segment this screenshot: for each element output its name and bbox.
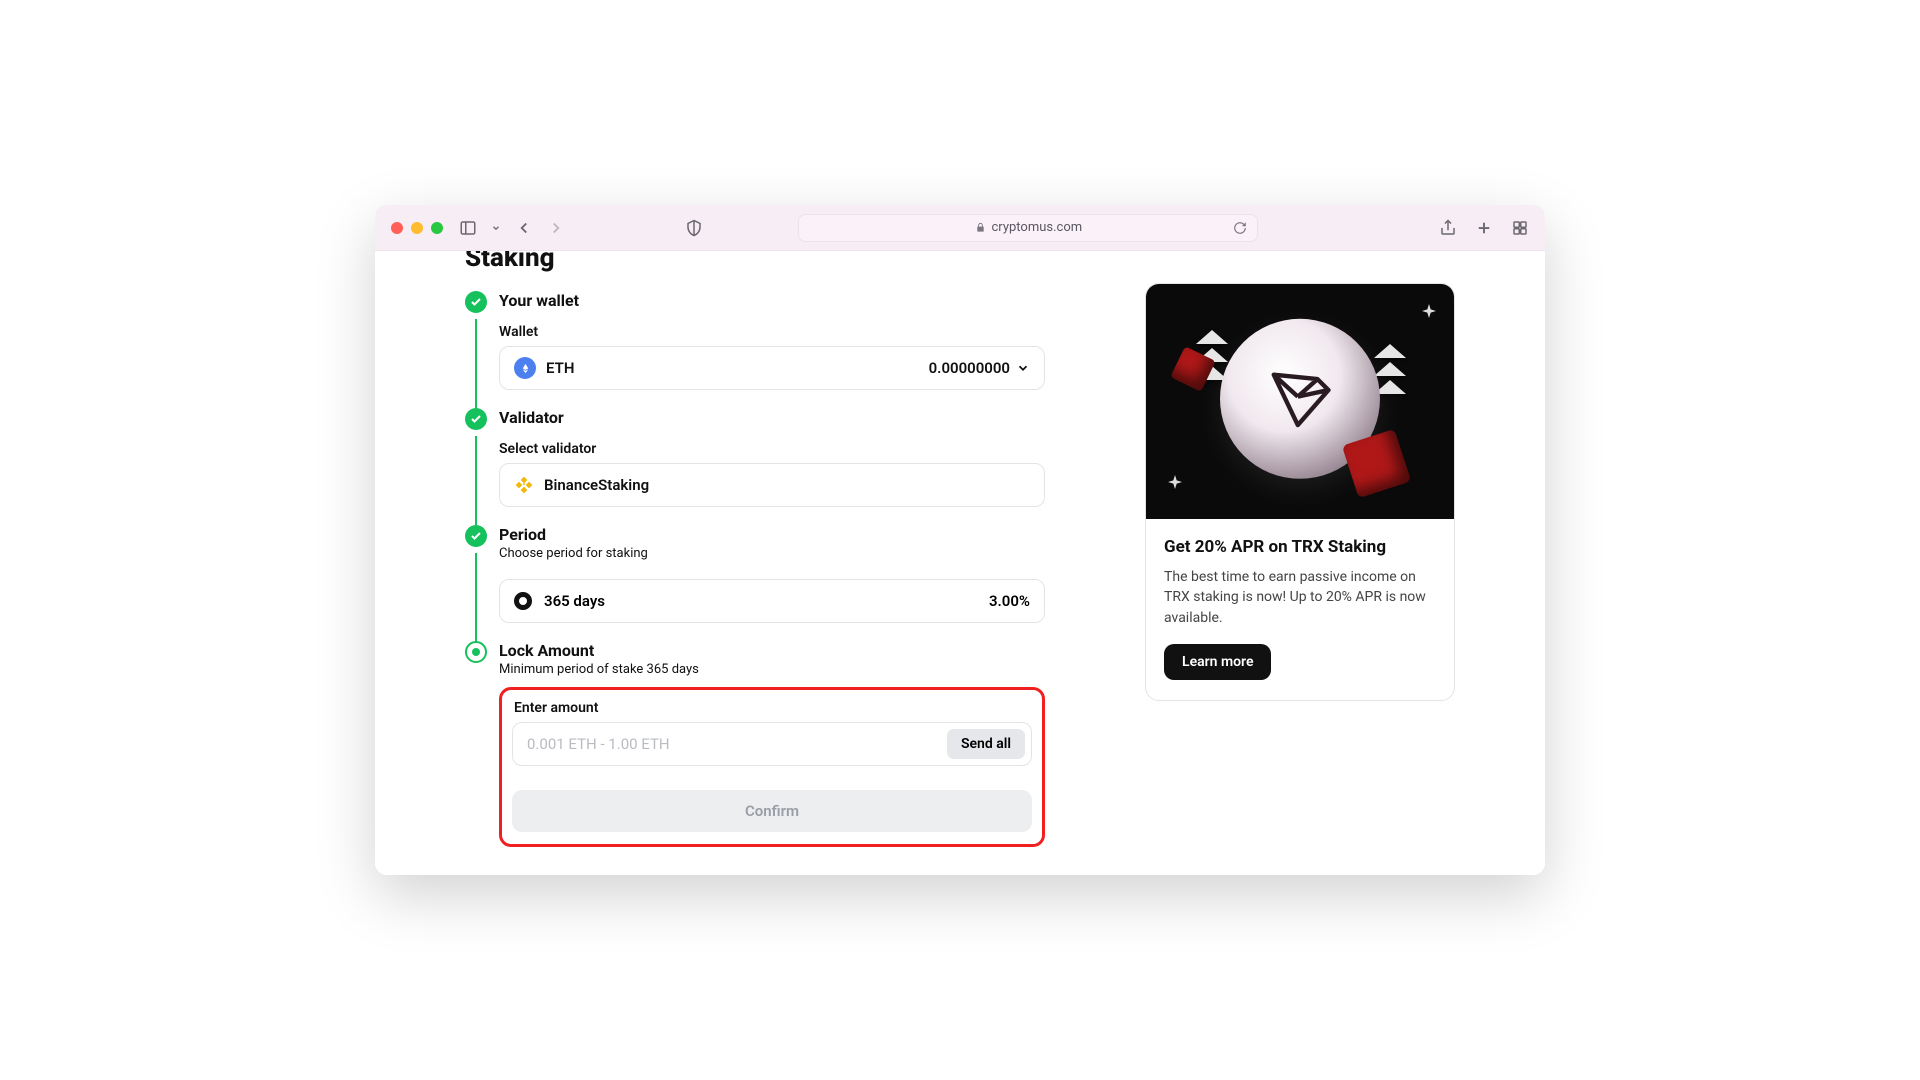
nav-back-icon[interactable] [515,219,533,237]
lock-icon [975,222,986,233]
amount-input[interactable] [527,735,947,753]
chevron-down-icon[interactable] [491,219,501,237]
share-icon[interactable] [1439,219,1457,237]
period-option-text: 365 days [544,592,605,610]
step-amount-sub: Minimum period of stake 365 days [499,662,1045,677]
validator-name: BinanceStaking [544,476,649,494]
step-done-icon [465,525,487,547]
step-done-icon [465,291,487,313]
sidebar-toggle-icon[interactable] [459,219,477,237]
maximize-window-icon[interactable] [431,222,443,234]
wallet-selector[interactable]: ETH 0.00000000 [499,346,1045,390]
amount-label: Enter amount [512,700,1032,716]
toolbar-left-group [459,219,565,237]
refresh-icon [1233,221,1247,235]
validator-selector[interactable]: BinanceStaking [499,463,1045,507]
new-tab-icon[interactable] [1475,219,1493,237]
tab-overview-icon[interactable] [1511,219,1529,237]
send-all-button[interactable]: Send all [947,729,1025,759]
period-rate: 3.00% [989,592,1030,610]
promo-image [1146,284,1454,519]
address-bar[interactable]: cryptomus.com [798,214,1258,242]
promo-description: The best time to earn passive income on … [1164,567,1436,628]
wallet-balance: 0.00000000 [929,359,1010,377]
step-period-sub: Choose period for staking [499,546,1045,561]
chevron-down-icon [1016,361,1030,375]
radio-selected-icon [514,592,532,610]
validator-label: Select validator [499,441,1045,457]
learn-more-button[interactable]: Learn more [1164,644,1271,680]
step-wallet: Your wallet Wallet ETH 0.00000000 [465,291,1045,390]
sparkle-icon [1168,475,1182,489]
url-text: cryptomus.com [992,220,1083,235]
page-title: Staking [465,251,1045,273]
confirm-button[interactable]: Confirm [512,790,1032,832]
step-validator-title: Validator [499,408,1045,427]
step-period: Period Choose period for staking 365 day… [465,525,1045,623]
step-lock-amount: Lock Amount Minimum period of stake 365 … [465,641,1045,847]
sparkle-icon [1422,304,1436,318]
step-validator: Validator Select validator BinanceStakin… [465,408,1045,507]
nav-forward-icon[interactable] [547,219,565,237]
amount-highlight-box: Enter amount Send all Confirm [499,687,1045,847]
wallet-currency: ETH [546,359,574,377]
promo-card: Get 20% APR on TRX Staking The best time… [1145,283,1455,701]
wallet-label: Wallet [499,324,1045,340]
traffic-lights [391,222,443,234]
eth-icon [514,357,536,379]
step-period-title: Period [499,525,1045,544]
step-current-icon [465,641,487,663]
shield-icon[interactable] [685,219,703,237]
step-amount-title: Lock Amount [499,641,1045,660]
step-done-icon [465,408,487,430]
binance-icon [514,475,534,495]
browser-toolbar: cryptomus.com [375,205,1545,251]
minimize-window-icon[interactable] [411,222,423,234]
step-wallet-title: Your wallet [499,291,1045,310]
amount-field-group: Send all [512,722,1032,766]
period-option[interactable]: 365 days 3.00% [499,579,1045,623]
browser-window: cryptomus.com Staking [375,205,1545,875]
promo-title: Get 20% APR on TRX Staking [1164,537,1436,557]
close-window-icon[interactable] [391,222,403,234]
